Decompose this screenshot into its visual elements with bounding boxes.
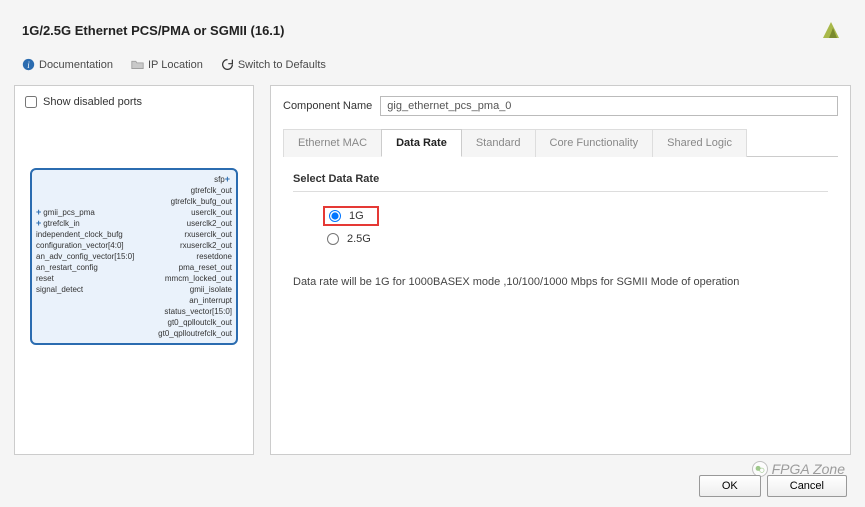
block-row: signal_detect gmii_isolate bbox=[32, 284, 236, 295]
port-output-label: gt0_qplloutrefclk_out bbox=[158, 328, 232, 339]
data-rate-radio[interactable] bbox=[329, 210, 341, 222]
main-area: Show disabled ports sfp +gtrefclk_outgtr… bbox=[0, 85, 865, 455]
block-row: gtrefclk_out bbox=[32, 185, 236, 196]
folder-icon bbox=[131, 58, 144, 71]
data-rate-label: 1G bbox=[349, 210, 364, 222]
port-input-label: gtrefclk_in bbox=[43, 218, 79, 229]
dialog-footer: OK Cancel bbox=[699, 475, 847, 497]
data-rate-label: 2.5G bbox=[347, 233, 371, 245]
port-output-label: pma_reset_out bbox=[179, 262, 232, 273]
port-input-label: gmii_pcs_pma bbox=[43, 207, 95, 218]
show-disabled-label: Show disabled ports bbox=[43, 96, 142, 108]
block-row: gt0_qplloutrefclk_out bbox=[32, 328, 236, 339]
data-rate-option-25g[interactable]: 2.5G bbox=[323, 230, 828, 248]
documentation-link[interactable]: i Documentation bbox=[22, 58, 113, 71]
ports-panel: Show disabled ports sfp +gtrefclk_outgtr… bbox=[14, 85, 254, 455]
data-rate-radio-group: 1G 2.5G bbox=[323, 206, 828, 248]
block-row: an_restart_config pma_reset_out bbox=[32, 262, 236, 273]
port-input-label: an_restart_config bbox=[36, 262, 98, 273]
switch-defaults-label: Switch to Defaults bbox=[238, 59, 326, 71]
port-input-label: an_adv_config_vector[15:0] bbox=[36, 251, 134, 262]
port-input-label: independent_clock_bufg bbox=[36, 229, 123, 240]
block-row: gtrefclk_bufg_out bbox=[32, 196, 236, 207]
ip-location-link[interactable]: IP Location bbox=[131, 58, 203, 71]
component-name-row: Component Name bbox=[271, 86, 850, 128]
block-row: an_interrupt bbox=[32, 295, 236, 306]
tab-standard[interactable]: Standard bbox=[461, 129, 536, 157]
documentation-label: Documentation bbox=[39, 59, 113, 71]
data-rate-description: Data rate will be 1G for 1000BASEX mode … bbox=[293, 276, 828, 288]
tab-data-rate[interactable]: Data Rate bbox=[381, 129, 462, 157]
data-rate-radio[interactable] bbox=[327, 233, 339, 245]
port-output-label: gt0_qplloutclk_out bbox=[168, 317, 233, 328]
component-name-label: Component Name bbox=[283, 100, 372, 112]
tab-data-rate-body: Select Data Rate 1G 2.5G Data rate will b… bbox=[271, 157, 850, 454]
ok-button[interactable]: OK bbox=[699, 475, 761, 497]
ip-block-diagram: sfp +gtrefclk_outgtrefclk_bufg_out+gmii_… bbox=[30, 168, 238, 345]
port-input-label: configuration_vector[4:0] bbox=[36, 240, 124, 251]
block-row: reset mmcm_locked_out bbox=[32, 273, 236, 284]
show-disabled-checkbox[interactable]: Show disabled ports bbox=[25, 96, 243, 108]
port-output-label: mmcm_locked_out bbox=[165, 273, 232, 284]
cancel-button[interactable]: Cancel bbox=[767, 475, 847, 497]
tab-shared-logic[interactable]: Shared Logic bbox=[652, 129, 747, 157]
block-row: configuration_vector[4:0] rxuserclk2_out bbox=[32, 240, 236, 251]
block-row: +gtrefclk_inuserclk2_out bbox=[32, 218, 236, 229]
block-row: independent_clock_bufg rxuserclk_out bbox=[32, 229, 236, 240]
port-output-label: resetdone bbox=[196, 251, 232, 262]
config-panel: Component Name Ethernet MACData RateStan… bbox=[270, 85, 851, 455]
block-row: gt0_qplloutclk_out bbox=[32, 317, 236, 328]
vendor-logo bbox=[819, 18, 843, 42]
port-output-label: gmii_isolate bbox=[190, 284, 232, 295]
show-disabled-input[interactable] bbox=[25, 96, 37, 108]
tab-ethernet-mac[interactable]: Ethernet MAC bbox=[283, 129, 382, 157]
port-output-label: an_interrupt bbox=[189, 295, 232, 306]
data-rate-option-1g[interactable]: 1G bbox=[323, 206, 379, 226]
port-output-label: rxuserclk2_out bbox=[180, 240, 232, 251]
info-icon: i bbox=[22, 58, 35, 71]
block-row: sfp + bbox=[32, 174, 236, 185]
port-output-label: sfp bbox=[214, 174, 225, 185]
tab-bar: Ethernet MACData RateStandardCore Functi… bbox=[283, 128, 838, 157]
tab-core-functionality[interactable]: Core Functionality bbox=[535, 129, 654, 157]
port-output-label: gtrefclk_bufg_out bbox=[171, 196, 232, 207]
toolbar: i Documentation IP Location Switch to De… bbox=[0, 52, 865, 85]
header: 1G/2.5G Ethernet PCS/PMA or SGMII (16.1) bbox=[0, 0, 865, 52]
block-row: +gmii_pcs_pmauserclk_out bbox=[32, 207, 236, 218]
port-input-label: signal_detect bbox=[36, 284, 83, 295]
switch-defaults-link[interactable]: Switch to Defaults bbox=[221, 58, 326, 71]
component-name-input[interactable] bbox=[380, 96, 838, 116]
page-title: 1G/2.5G Ethernet PCS/PMA or SGMII (16.1) bbox=[22, 23, 284, 38]
section-divider bbox=[293, 191, 828, 192]
port-output-label: userclk2_out bbox=[187, 218, 232, 229]
block-row: status_vector[15:0] bbox=[32, 306, 236, 317]
ip-location-label: IP Location bbox=[148, 59, 203, 71]
refresh-icon bbox=[221, 58, 234, 71]
port-output-label: rxuserclk_out bbox=[184, 229, 232, 240]
port-output-label: status_vector[15:0] bbox=[164, 306, 232, 317]
port-output-label: gtrefclk_out bbox=[191, 185, 232, 196]
port-input-label: reset bbox=[36, 273, 54, 284]
block-row: an_adv_config_vector[15:0] resetdone bbox=[32, 251, 236, 262]
port-output-label: userclk_out bbox=[191, 207, 232, 218]
section-title: Select Data Rate bbox=[293, 173, 828, 185]
